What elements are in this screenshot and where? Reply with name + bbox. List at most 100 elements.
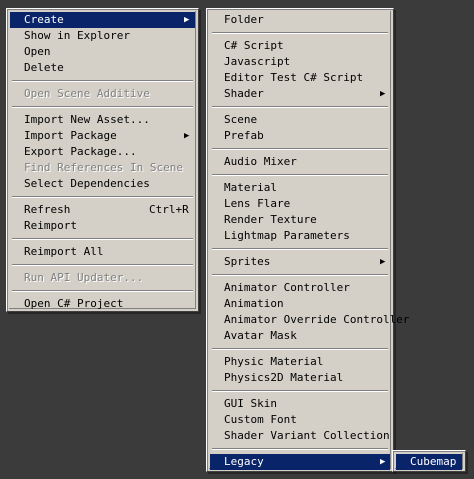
- menu-item-label: Animator Override Controller: [224, 313, 410, 326]
- menu-item-sprites[interactable]: Sprites ▶: [210, 254, 390, 270]
- menu-item-label: Select Dependencies: [24, 177, 150, 190]
- menu-item-label: Animation: [224, 297, 284, 310]
- create-submenu: Folder C# Script Javascript Editor Test …: [206, 8, 409, 472]
- menu-item-avatar-mask[interactable]: Avatar Mask: [210, 328, 390, 344]
- submenu-arrow-icon: ▶: [380, 257, 386, 267]
- asset-context-menu: Create ▶ Show in Explorer Open Delete Op…: [6, 8, 199, 312]
- menu-item-show-in-explorer[interactable]: Show in Explorer: [10, 28, 195, 44]
- submenu-arrow-icon: ▶: [184, 131, 190, 141]
- menu-item-label: Render Texture: [224, 213, 317, 226]
- menu-item-label: Physic Material: [224, 355, 324, 368]
- menu-item-select-dependencies[interactable]: Select Dependencies: [10, 176, 195, 192]
- menu-item-label: Avatar Mask: [224, 329, 297, 342]
- menu-item-refresh[interactable]: Refresh Ctrl+R: [10, 202, 195, 218]
- menu-item-gui-skin[interactable]: GUI Skin: [210, 396, 390, 412]
- menu-item-label: Create: [24, 13, 64, 26]
- menu-separator: [12, 290, 193, 292]
- menu-item-label: Sprites: [224, 255, 271, 268]
- menu-item-delete[interactable]: Delete: [10, 60, 195, 76]
- menu-item-animation[interactable]: Animation: [210, 296, 390, 312]
- menu-separator: [12, 80, 193, 82]
- menu-item-physics2d-material[interactable]: Physics2D Material: [210, 370, 390, 386]
- menu-separator: [212, 148, 388, 150]
- menu-item-label: C# Script: [224, 39, 284, 52]
- menu-item-animator-controller[interactable]: Animator Controller: [210, 280, 390, 296]
- menu-item-open-scene-additive: Open Scene Additive: [10, 86, 195, 102]
- menu-item-label: Open: [24, 45, 51, 58]
- legacy-submenu: Cubemap: [392, 450, 466, 472]
- menu-separator: [12, 196, 193, 198]
- menu-item-label: Show in Explorer: [24, 29, 130, 42]
- menu-item-reimport[interactable]: Reimport: [10, 218, 195, 234]
- menu-item-label: Prefab: [224, 129, 264, 142]
- menu-item-label: Delete: [24, 61, 64, 74]
- submenu-arrow-icon: ▶: [184, 15, 190, 25]
- menu-separator: [212, 106, 388, 108]
- menu-item-reimport-all[interactable]: Reimport All: [10, 244, 195, 260]
- menu-item-run-api-updater: Run API Updater...: [10, 270, 195, 286]
- submenu-arrow-icon: ▶: [380, 89, 386, 99]
- menu-item-label: Cubemap: [410, 455, 457, 468]
- menu-item-editor-test-csharp-script[interactable]: Editor Test C# Script: [210, 70, 390, 86]
- menu-item-label: Shader Variant Collection: [224, 429, 390, 442]
- menu-separator: [212, 390, 388, 392]
- menu-separator: [212, 448, 388, 450]
- menu-item-javascript[interactable]: Javascript: [210, 54, 390, 70]
- menu-item-label: Open C# Project: [24, 297, 124, 310]
- menu-item-label: Reimport All: [24, 245, 104, 258]
- menu-separator: [212, 348, 388, 350]
- menu-separator: [212, 274, 388, 276]
- menu-item-label: Import Package: [24, 129, 117, 142]
- menu-item-label: Javascript: [224, 55, 291, 68]
- menu-separator: [12, 106, 193, 108]
- menu-item-prefab[interactable]: Prefab: [210, 128, 390, 144]
- menu-item-export-package[interactable]: Export Package...: [10, 144, 195, 160]
- menu-item-lightmap-parameters[interactable]: Lightmap Parameters: [210, 228, 390, 244]
- menu-item-label: Shader: [224, 87, 264, 100]
- menu-item-audio-mixer[interactable]: Audio Mixer: [210, 154, 390, 170]
- menu-item-csharp-script[interactable]: C# Script: [210, 38, 390, 54]
- menu-separator: [212, 174, 388, 176]
- menu-item-label: Find References In Scene: [24, 161, 183, 174]
- menu-item-material[interactable]: Material: [210, 180, 390, 196]
- menu-item-label: Custom Font: [224, 413, 297, 426]
- menu-item-open[interactable]: Open: [10, 44, 195, 60]
- menu-item-create[interactable]: Create ▶: [10, 12, 195, 28]
- menu-item-label: Scene: [224, 113, 258, 126]
- menu-separator: [12, 238, 193, 240]
- menu-item-open-csharp-project[interactable]: Open C# Project: [10, 296, 195, 312]
- menu-item-find-references: Find References In Scene: [10, 160, 195, 176]
- menu-item-render-texture[interactable]: Render Texture: [210, 212, 390, 228]
- menu-item-label: Editor Test C# Script: [224, 71, 364, 84]
- menu-item-label: Material: [224, 181, 277, 194]
- menu-item-custom-font[interactable]: Custom Font: [210, 412, 390, 428]
- menu-item-label: Audio Mixer: [224, 155, 297, 168]
- menu-item-lens-flare[interactable]: Lens Flare: [210, 196, 390, 212]
- menu-separator: [12, 264, 193, 266]
- menu-item-label: GUI Skin: [224, 397, 277, 410]
- menu-item-label: Animator Controller: [224, 281, 350, 294]
- menu-item-shortcut: Ctrl+R: [149, 203, 189, 216]
- menu-item-label: Reimport: [24, 219, 77, 232]
- menu-item-legacy[interactable]: Legacy ▶: [210, 454, 390, 470]
- menu-item-import-package[interactable]: Import Package ▶: [10, 128, 195, 144]
- menu-item-label: Export Package...: [24, 145, 137, 158]
- menu-item-label: Lens Flare: [224, 197, 291, 210]
- menu-item-label: Legacy: [224, 455, 264, 468]
- submenu-arrow-icon: ▶: [380, 457, 386, 467]
- menu-item-label: Folder: [224, 13, 264, 26]
- menu-item-scene[interactable]: Scene: [210, 112, 390, 128]
- menu-item-label: Refresh: [24, 203, 71, 216]
- menu-item-import-new-asset[interactable]: Import New Asset...: [10, 112, 195, 128]
- menu-item-label: Physics2D Material: [224, 371, 344, 384]
- menu-separator: [212, 248, 388, 250]
- menu-item-folder[interactable]: Folder: [210, 12, 390, 28]
- menu-item-cubemap[interactable]: Cubemap: [396, 454, 462, 470]
- menu-item-label: Run API Updater...: [24, 271, 144, 284]
- menu-item-animator-override-controller[interactable]: Animator Override Controller: [210, 312, 409, 328]
- menu-item-shader-variant-collection[interactable]: Shader Variant Collection: [210, 428, 390, 444]
- menu-item-physic-material[interactable]: Physic Material: [210, 354, 390, 370]
- menu-item-label: Open Scene Additive: [24, 87, 150, 100]
- menu-item-label: Import New Asset...: [24, 113, 150, 126]
- menu-item-shader[interactable]: Shader ▶: [210, 86, 390, 102]
